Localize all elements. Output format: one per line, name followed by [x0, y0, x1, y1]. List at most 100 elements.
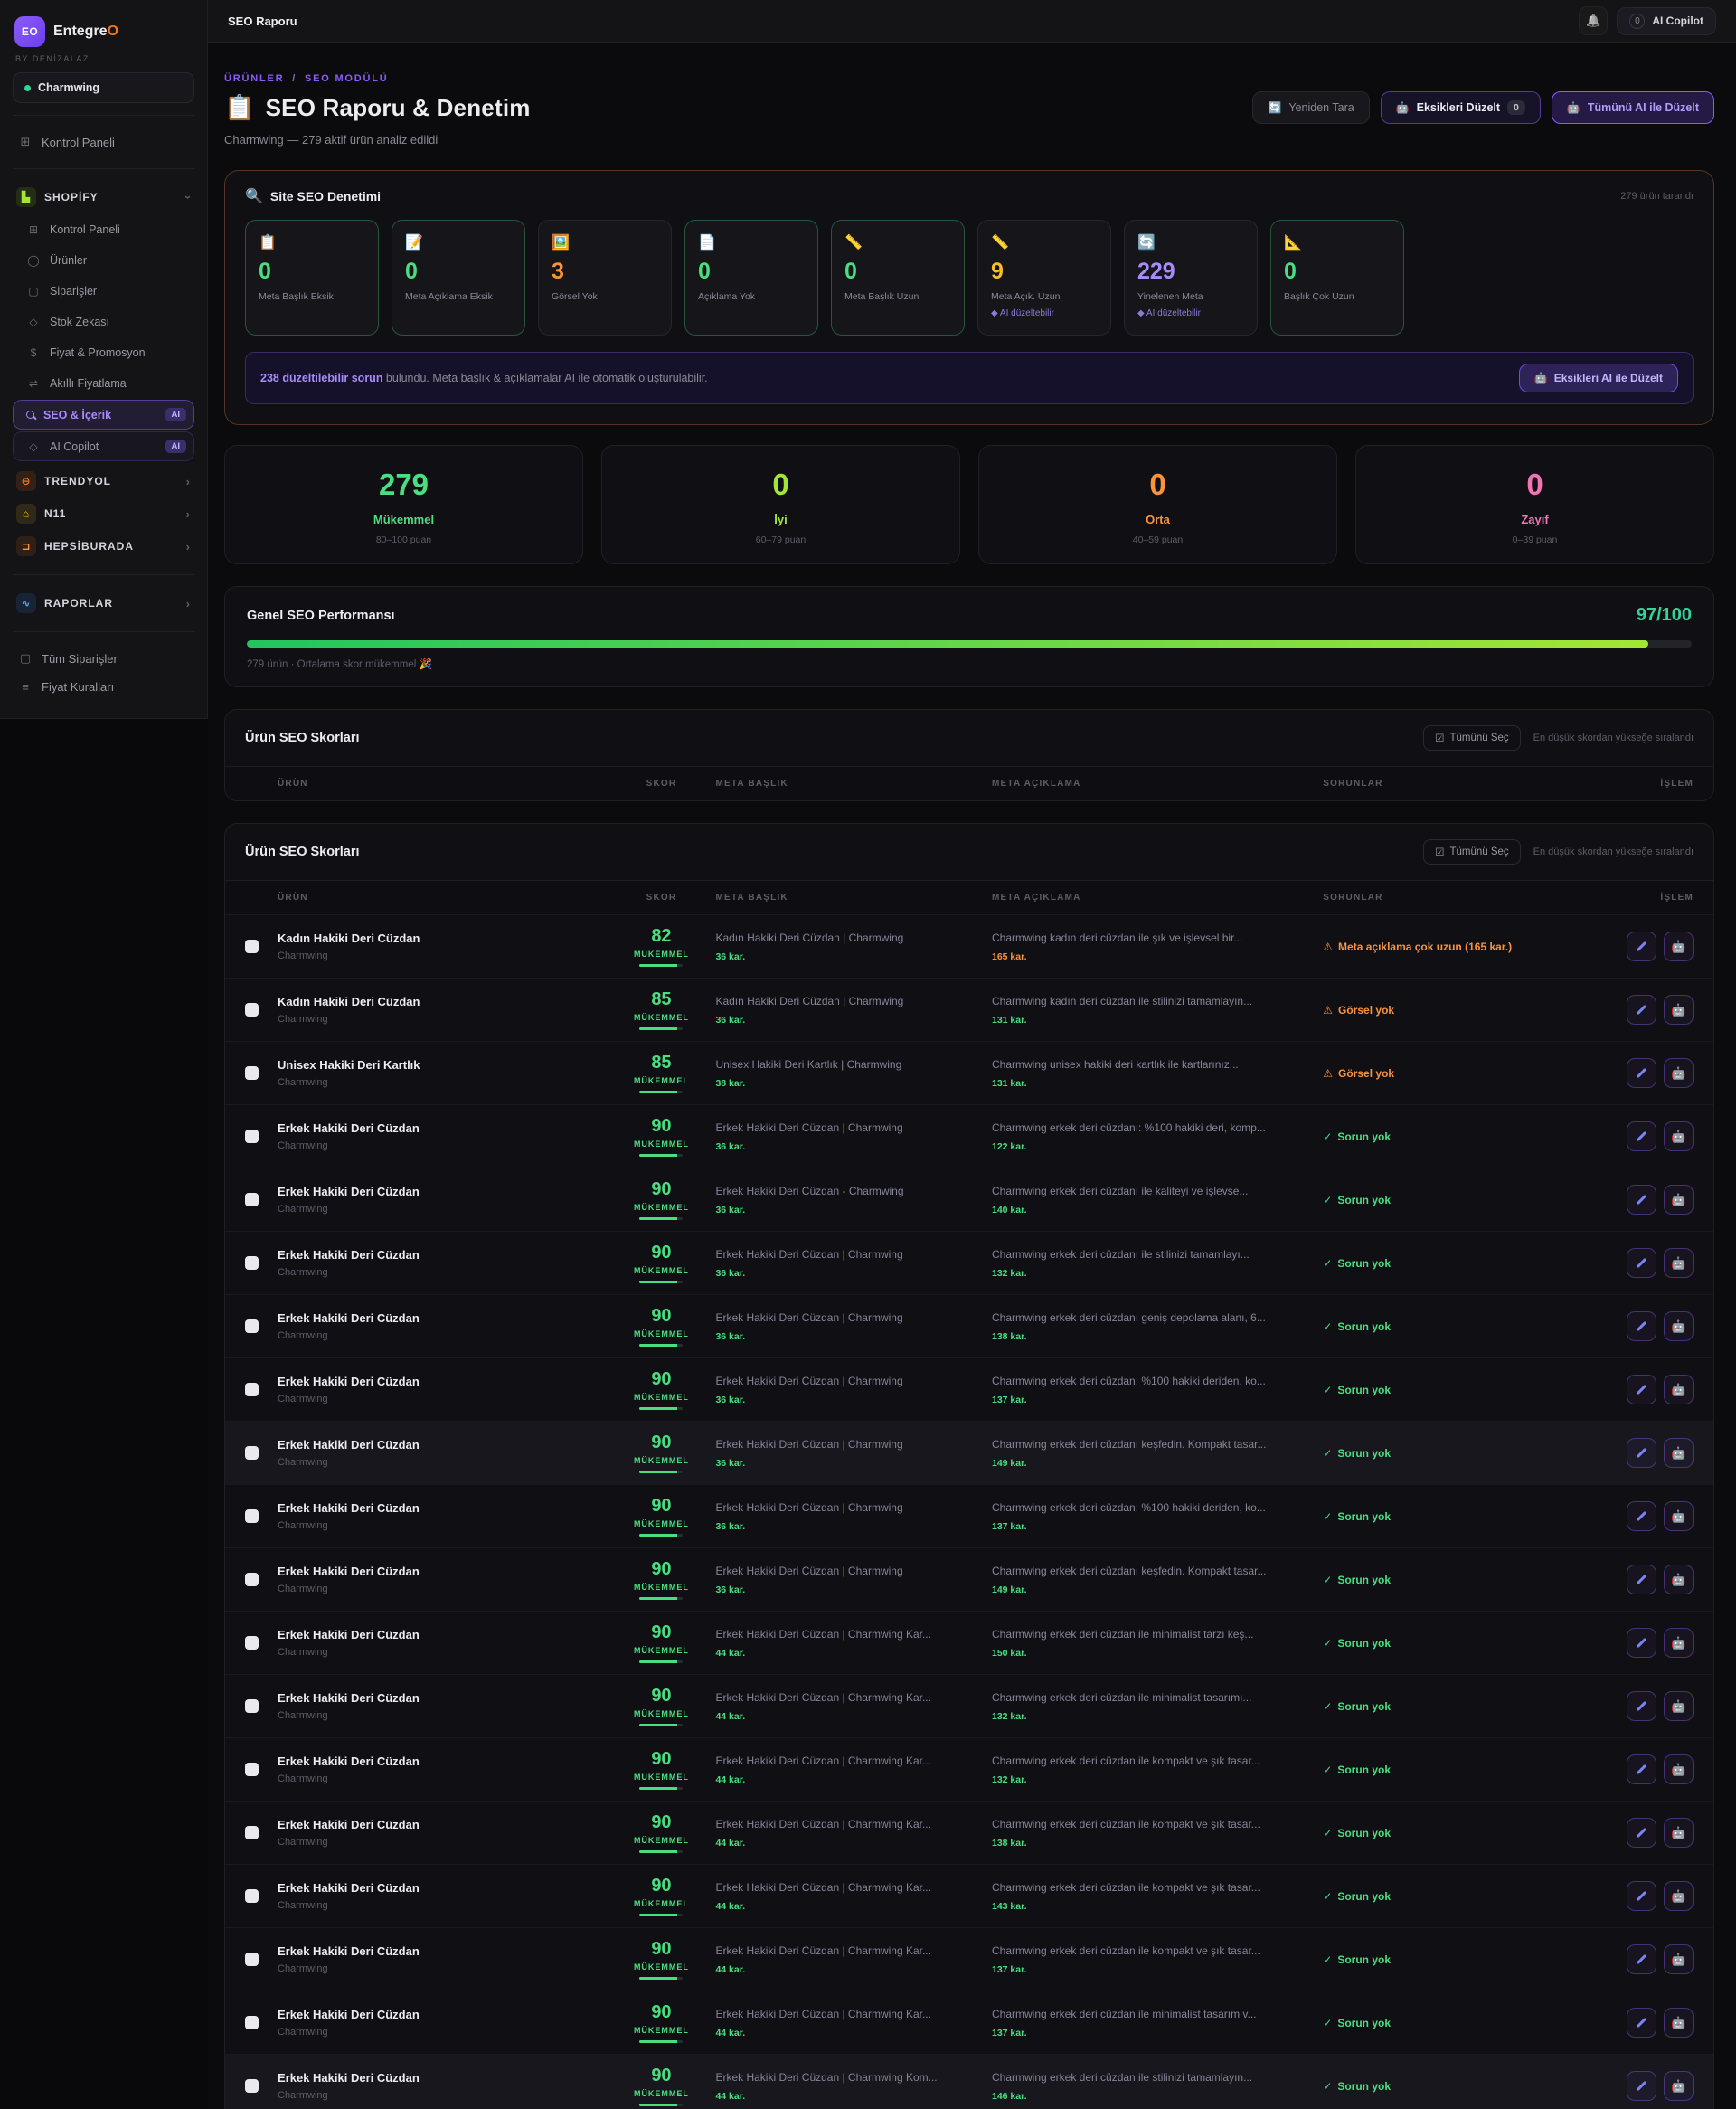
sidebar-subitem[interactable]: ◯ Ürünler: [13, 246, 194, 275]
ai-fix-button[interactable]: 🤖: [1664, 932, 1694, 961]
row-checkbox[interactable]: [245, 1130, 259, 1143]
edit-button[interactable]: [1627, 1375, 1656, 1404]
sidebar-section-marketplace[interactable]: ⊐ HEPSİBURADA ›: [13, 530, 194, 563]
row-checkbox[interactable]: [245, 1636, 259, 1650]
ai-fix-button[interactable]: 🤖: [1664, 1881, 1694, 1911]
sidebar-section-marketplace[interactable]: ⊖ TRENDYOL ›: [13, 465, 194, 497]
product-cell[interactable]: Erkek Hakiki Deri Cüzdan Charmwing: [278, 1944, 607, 1974]
store-selector[interactable]: Charmwing: [13, 72, 194, 103]
product-cell[interactable]: Erkek Hakiki Deri Cüzdan Charmwing: [278, 1881, 607, 1911]
audit-stat-card[interactable]: 📏 0 Meta Başlık Uzun: [831, 220, 965, 336]
edit-button[interactable]: [1627, 1501, 1656, 1531]
product-cell[interactable]: Erkek Hakiki Deri Cüzdan Charmwing: [278, 1565, 607, 1594]
product-cell[interactable]: Erkek Hakiki Deri Cüzdan Charmwing: [278, 1754, 607, 1784]
sidebar-section-marketplace[interactable]: ⌂ N11 ›: [13, 497, 194, 530]
product-cell[interactable]: Erkek Hakiki Deri Cüzdan Charmwing: [278, 1501, 607, 1531]
ai-fix-button[interactable]: 🤖: [1664, 1501, 1694, 1531]
row-checkbox[interactable]: [245, 1763, 259, 1776]
product-cell[interactable]: Erkek Hakiki Deri Cüzdan Charmwing: [278, 2008, 607, 2038]
ai-fix-button[interactable]: 🤖: [1664, 1121, 1694, 1151]
audit-stat-card[interactable]: 🖼️ 3 Görsel Yok: [538, 220, 672, 336]
sidebar-subitem[interactable]: ◇ AI Copilot AI: [13, 431, 194, 461]
ai-fix-button[interactable]: 🤖: [1664, 1565, 1694, 1594]
product-cell[interactable]: Erkek Hakiki Deri Cüzdan Charmwing: [278, 1691, 607, 1721]
edit-button[interactable]: [1627, 1058, 1656, 1088]
ai-fix-button[interactable]: 🤖: [1664, 1311, 1694, 1341]
ai-fix-button[interactable]: 🤖: [1664, 1438, 1694, 1468]
audit-stat-card[interactable]: 🔄 229 Yinelenen Meta ◆ AI düzeltebilir: [1124, 220, 1258, 336]
product-cell[interactable]: Erkek Hakiki Deri Cüzdan Charmwing: [278, 2071, 607, 2101]
row-checkbox[interactable]: [245, 940, 259, 953]
row-checkbox[interactable]: [245, 1256, 259, 1270]
row-checkbox[interactable]: [245, 1573, 259, 1586]
sidebar-section-shopify[interactable]: ▙ SHOPİFY ›: [13, 181, 194, 213]
sidebar-item[interactable]: ▢ Tüm Siparişler: [13, 644, 194, 673]
product-cell[interactable]: Unisex Hakiki Deri Kartlık Charmwing: [278, 1058, 607, 1088]
rescan-button[interactable]: 🔄 Yeniden Tara: [1252, 91, 1369, 124]
sidebar-subitem[interactable]: $ Fiyat & Promosyon: [13, 338, 194, 367]
row-checkbox[interactable]: [245, 1509, 259, 1523]
row-checkbox[interactable]: [245, 1699, 259, 1713]
sidebar-subitem[interactable]: ⊞ Kontrol Paneli: [13, 215, 194, 244]
product-cell[interactable]: Erkek Hakiki Deri Cüzdan Charmwing: [278, 1311, 607, 1341]
ai-copilot-button[interactable]: 0 AI Copilot: [1617, 7, 1716, 35]
ai-fix-button[interactable]: 🤖: [1664, 995, 1694, 1025]
row-checkbox[interactable]: [245, 1446, 259, 1460]
product-cell[interactable]: Erkek Hakiki Deri Cüzdan Charmwing: [278, 1818, 607, 1848]
bell-icon[interactable]: 🔔: [1579, 6, 1608, 35]
sidebar-item-kontrol-paneli[interactable]: ⊞ Kontrol Paneli: [13, 128, 194, 156]
ai-fix-button[interactable]: 🤖: [1664, 1248, 1694, 1278]
ai-fix-button[interactable]: 🤖: [1664, 1691, 1694, 1721]
ai-fix-button[interactable]: 🤖: [1664, 1944, 1694, 1974]
edit-button[interactable]: [1627, 2071, 1656, 2101]
sidebar-subitem[interactable]: SEO & İçerik AI: [13, 400, 194, 430]
sidebar-section-raporlar[interactable]: ∿ RAPORLAR ›: [13, 587, 194, 619]
audit-stat-card[interactable]: 📄 0 Açıklama Yok: [684, 220, 818, 336]
edit-button[interactable]: [1627, 1248, 1656, 1278]
ai-fix-button[interactable]: 🤖: [1664, 1628, 1694, 1658]
edit-button[interactable]: [1627, 1818, 1656, 1848]
row-checkbox[interactable]: [245, 1826, 259, 1839]
audit-stat-card[interactable]: 📝 0 Meta Açıklama Eksik: [392, 220, 525, 336]
edit-button[interactable]: [1627, 1121, 1656, 1151]
edit-button[interactable]: [1627, 2008, 1656, 2038]
audit-stat-card[interactable]: 📋 0 Meta Başlık Eksik: [245, 220, 379, 336]
row-checkbox[interactable]: [245, 1953, 259, 1966]
ai-fix-button[interactable]: 🤖: [1664, 1754, 1694, 1784]
fix-with-ai-button[interactable]: 🤖 Eksikleri AI ile Düzelt: [1519, 364, 1678, 392]
row-checkbox[interactable]: [245, 1383, 259, 1396]
product-cell[interactable]: Kadın Hakiki Deri Cüzdan Charmwing: [278, 932, 607, 961]
row-checkbox[interactable]: [245, 2079, 259, 2093]
ai-fix-button[interactable]: 🤖: [1664, 2071, 1694, 2101]
product-cell[interactable]: Erkek Hakiki Deri Cüzdan Charmwing: [278, 1628, 607, 1658]
row-checkbox[interactable]: [245, 1193, 259, 1206]
row-checkbox[interactable]: [245, 2016, 259, 2029]
edit-button[interactable]: [1627, 995, 1656, 1025]
ai-fix-button[interactable]: 🤖: [1664, 1058, 1694, 1088]
audit-stat-card[interactable]: 📐 0 Başlık Çok Uzun: [1270, 220, 1404, 336]
select-all-button[interactable]: ☑ Tümünü Seç: [1423, 725, 1521, 751]
edit-button[interactable]: [1627, 1944, 1656, 1974]
row-checkbox[interactable]: [245, 1066, 259, 1080]
ai-fix-button[interactable]: 🤖: [1664, 1818, 1694, 1848]
edit-button[interactable]: [1627, 1628, 1656, 1658]
edit-button[interactable]: [1627, 1754, 1656, 1784]
ai-fix-button[interactable]: 🤖: [1664, 1185, 1694, 1215]
edit-button[interactable]: [1627, 1881, 1656, 1911]
sidebar-subitem[interactable]: ◇ Stok Zekası: [13, 307, 194, 336]
sidebar-subitem[interactable]: ▢ Siparişler: [13, 277, 194, 306]
edit-button[interactable]: [1627, 932, 1656, 961]
product-cell[interactable]: Erkek Hakiki Deri Cüzdan Charmwing: [278, 1248, 607, 1278]
product-cell[interactable]: Erkek Hakiki Deri Cüzdan Charmwing: [278, 1121, 607, 1151]
fix-missing-button[interactable]: 🤖 Eksikleri Düzelt 0: [1381, 91, 1541, 124]
row-checkbox[interactable]: [245, 1889, 259, 1903]
edit-button[interactable]: [1627, 1185, 1656, 1215]
product-cell[interactable]: Kadın Hakiki Deri Cüzdan Charmwing: [278, 995, 607, 1025]
audit-stat-card[interactable]: 📏 9 Meta Açık. Uzun ◆ AI düzeltebilir: [977, 220, 1111, 336]
product-cell[interactable]: Erkek Hakiki Deri Cüzdan Charmwing: [278, 1438, 607, 1468]
ai-fix-button[interactable]: 🤖: [1664, 2008, 1694, 2038]
ai-fix-button[interactable]: 🤖: [1664, 1375, 1694, 1404]
edit-button[interactable]: [1627, 1565, 1656, 1594]
row-checkbox[interactable]: [245, 1003, 259, 1017]
row-checkbox[interactable]: [245, 1319, 259, 1333]
